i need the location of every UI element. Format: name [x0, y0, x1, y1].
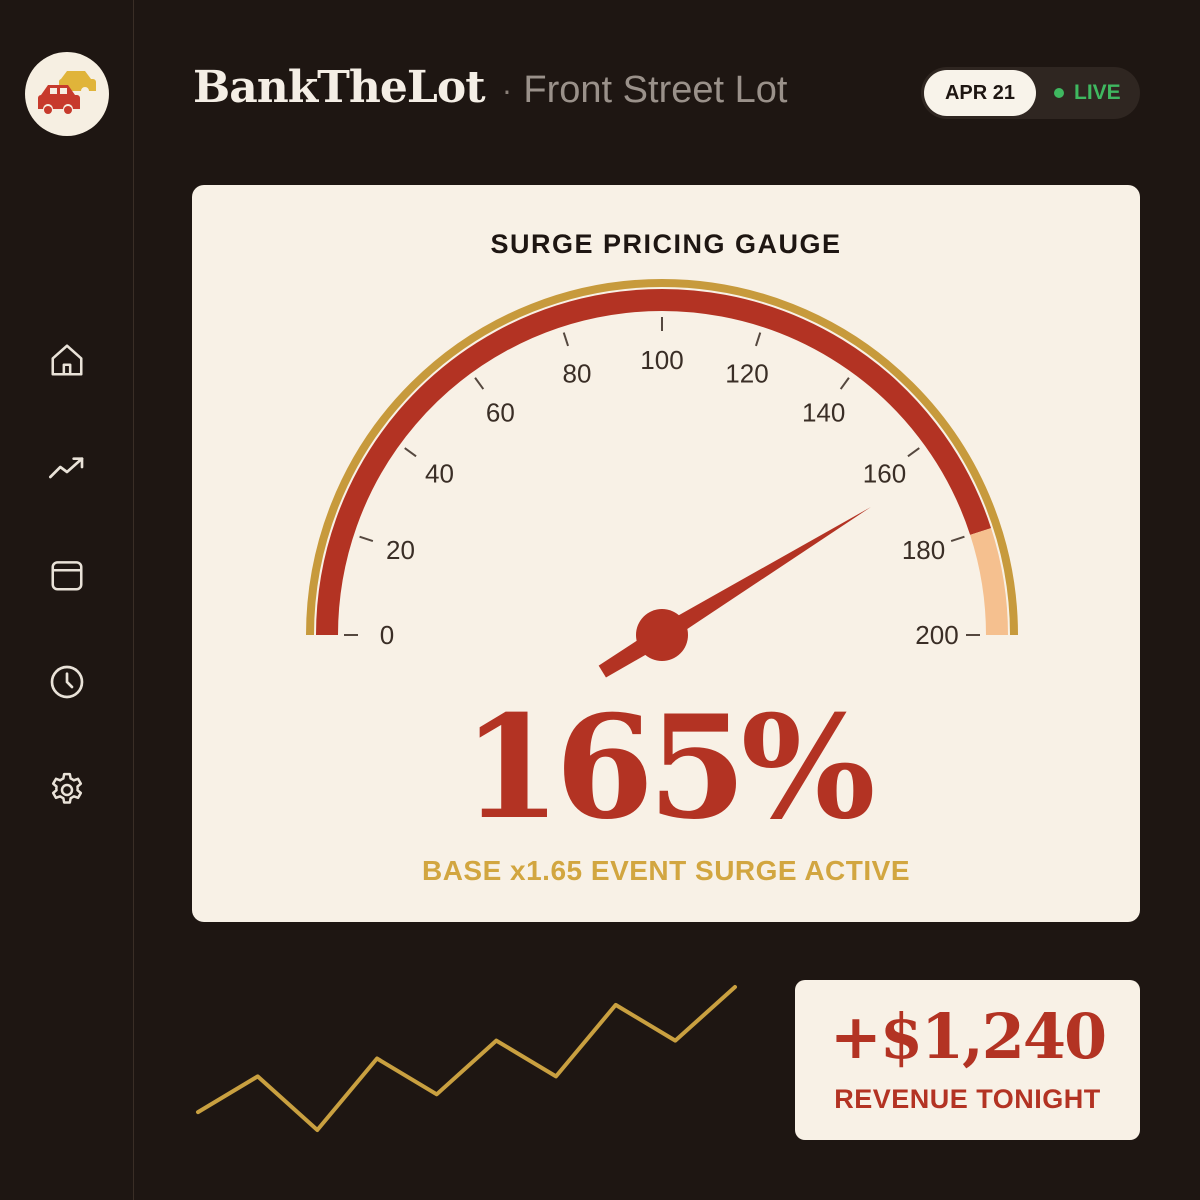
gauge-tick-label: 180: [902, 535, 945, 565]
live-indicator: LIVE: [1054, 81, 1121, 105]
live-dot-icon: [1054, 88, 1064, 98]
nav-home[interactable]: [47, 340, 87, 380]
surge-gauge: 0 20 40 60 80 100 120 140 160 180 200: [306, 279, 1018, 678]
gauge-tick-label: 60: [486, 398, 515, 428]
gauge-danger-band: [970, 528, 1008, 636]
live-label: LIVE: [1074, 81, 1121, 104]
gauge-tick-label: 20: [386, 535, 415, 565]
gauge-tick-label: 0: [380, 620, 394, 650]
gauge-tick-label: 100: [640, 345, 683, 375]
gauge-tick-label: 40: [425, 458, 454, 488]
title-separator: ·: [502, 76, 512, 109]
gauge-tick-label: 140: [802, 398, 845, 428]
gauge-tick-label: 160: [863, 458, 906, 488]
clock-icon: [50, 665, 84, 699]
lot-name[interactable]: Front Street Lot: [523, 69, 787, 112]
status-pill: APR 21 LIVE: [921, 67, 1140, 119]
cars-icon: [38, 71, 96, 114]
gauge-tick: [754, 332, 762, 347]
gauge-tick-label: 200: [915, 620, 958, 650]
app-logo[interactable]: [25, 52, 109, 136]
settings-icon: [51, 772, 83, 804]
trend-icon: [49, 457, 84, 479]
nav-calendar[interactable]: [47, 555, 87, 595]
sidebar: [0, 0, 134, 1200]
gauge-tick-label: 80: [563, 358, 592, 388]
gauge-tick: [404, 447, 417, 458]
brand-name: BankTheLot: [193, 62, 486, 113]
revenue-card: +$1,240 REVENUE TONIGHT: [795, 980, 1140, 1140]
nav-history[interactable]: [47, 662, 87, 702]
home-icon: [51, 344, 83, 376]
calendar-icon: [51, 561, 83, 591]
trend-line: [196, 985, 737, 1132]
gauge-tick-label: 120: [725, 358, 768, 388]
gauge-rim: [306, 279, 1018, 636]
revenue-value: +$1,240: [829, 1000, 1107, 1073]
revenue-trend-sparkline: [196, 985, 737, 1132]
surge-gauge-card: SURGE PRICING GAUGE 0 20 40 60 80 100 120 140 16…: [192, 185, 1140, 922]
nav-analytics[interactable]: [47, 447, 87, 487]
surge-value: 165%: [462, 685, 875, 851]
gauge-tick: [839, 377, 850, 390]
revenue-label: REVENUE TONIGHT: [834, 1084, 1101, 1114]
gauge-tick: [950, 535, 965, 543]
gauge-tick: [474, 377, 485, 390]
gauge-tick: [907, 447, 920, 458]
date-chip[interactable]: APR 21: [924, 70, 1036, 116]
nav-settings[interactable]: [47, 770, 87, 810]
surge-subtitle: BASE x1.65 EVENT SURGE ACTIVE: [421, 855, 911, 886]
gauge-tick: [359, 535, 374, 543]
gauge-tick: [562, 332, 570, 347]
gauge-needle-hub: [636, 609, 688, 661]
gauge-needle: [598, 506, 871, 678]
header: BankTheLot · Front Street Lot: [193, 62, 787, 124]
